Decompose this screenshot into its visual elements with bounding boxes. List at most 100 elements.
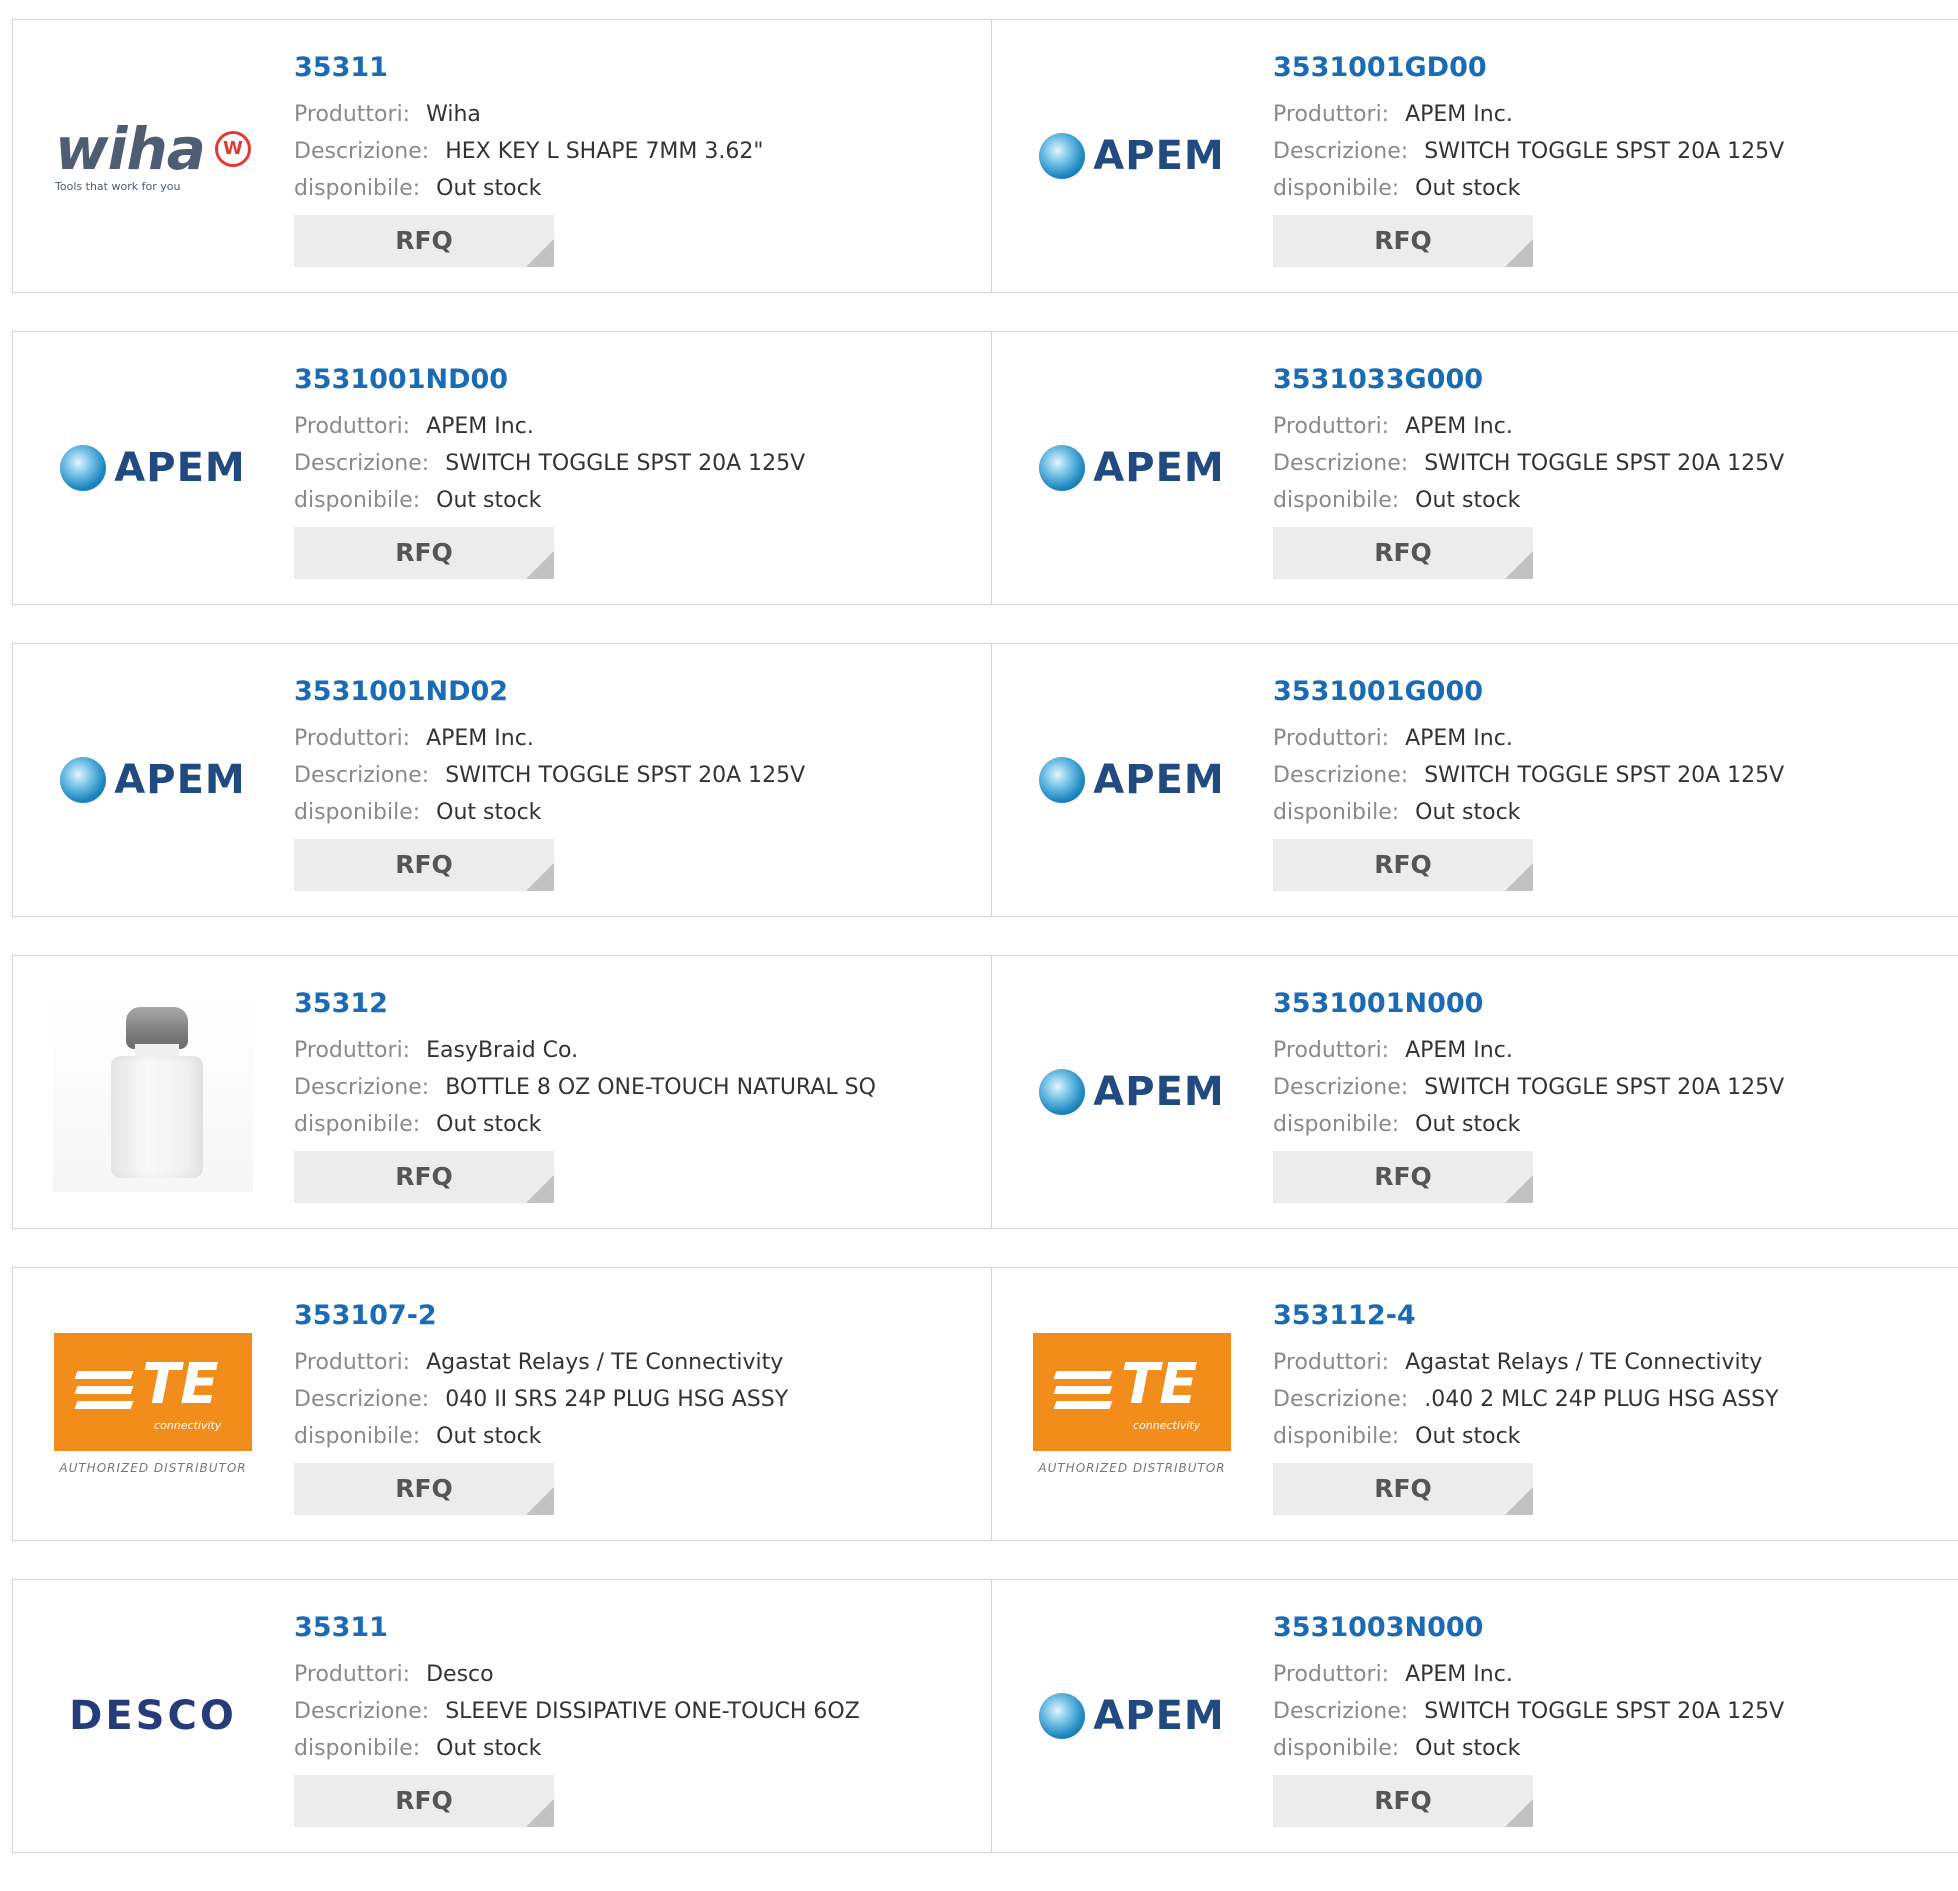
- part-number-link[interactable]: 35312: [294, 986, 876, 1022]
- corner-triangle-icon: [526, 1175, 554, 1203]
- te-lines-icon: [1053, 1371, 1113, 1416]
- description-field: Descrizione: 040 II SRS 24P PLUG HSG ASSY: [294, 1381, 788, 1418]
- manufacturer-field: Produttori: APEM Inc.: [1273, 720, 1784, 757]
- manufacturer-logo: wiha W Tools that work for you: [53, 56, 253, 256]
- manufacturer-value: Agastat Relays / TE Connectivity: [426, 1350, 784, 1375]
- apem-logo-text: APEM: [1093, 1693, 1225, 1739]
- manufacturer-field: Produttori: Agastat Relays / TE Connectiv…: [1273, 1344, 1779, 1381]
- part-number-link[interactable]: 3531001N000: [1273, 986, 1784, 1022]
- description-field: Descrizione: SWITCH TOGGLE SPST 20A 125V: [1273, 445, 1784, 482]
- description-value: BOTTLE 8 OZ ONE-TOUCH NATURAL SQ: [445, 1075, 876, 1100]
- apem-globe-icon: [60, 757, 107, 803]
- apem-globe-icon: [1039, 1693, 1086, 1739]
- product-card: APEM 3531001N000 Produttori: APEM Inc. Descr…: [991, 956, 1958, 1228]
- apem-logo: APEM: [60, 445, 245, 491]
- availability-field: disponibile: Out stock: [1273, 1106, 1784, 1143]
- manufacturer-value: APEM Inc.: [1405, 726, 1513, 751]
- availability-field: disponibile: Out stock: [294, 794, 805, 831]
- rfq-button[interactable]: RFQ: [1273, 839, 1533, 891]
- product-row: DESCO 35311 Produttori: Desco Descrizione: SL…: [12, 1579, 1958, 1853]
- rfq-button[interactable]: RFQ: [294, 1775, 554, 1827]
- apem-logo: APEM: [1039, 1069, 1224, 1115]
- description-field: Descrizione: SWITCH TOGGLE SPST 20A 125V: [294, 445, 805, 482]
- corner-triangle-icon: [526, 863, 554, 891]
- corner-triangle-icon: [526, 1487, 554, 1515]
- rfq-button-label: RFQ: [1374, 1162, 1432, 1191]
- rfq-button[interactable]: RFQ: [1273, 1151, 1533, 1203]
- manufacturer-label: Produttori:: [1273, 102, 1390, 127]
- manufacturer-label: Produttori:: [294, 1662, 411, 1687]
- manufacturer-field: Produttori: Desco: [294, 1656, 860, 1693]
- manufacturer-label: Produttori:: [1273, 1662, 1390, 1687]
- apem-logo: APEM: [1039, 1693, 1224, 1739]
- part-number-link[interactable]: 3531001ND00: [294, 362, 805, 398]
- rfq-button[interactable]: RFQ: [1273, 1775, 1533, 1827]
- product-row: TE connectivity AUTHORIZED DISTRIBUTOR 3531…: [12, 1267, 1958, 1541]
- manufacturer-logo: TE connectivity AUTHORIZED DISTRIBUTOR: [1032, 1304, 1232, 1504]
- product-row: APEM 3531001ND00 Produttori: APEM Inc. Descr…: [12, 331, 1958, 605]
- wiha-tagline: Tools that work for you: [55, 179, 181, 193]
- rfq-button[interactable]: RFQ: [294, 1151, 554, 1203]
- manufacturer-value: APEM Inc.: [426, 726, 534, 751]
- apem-globe-icon: [1039, 757, 1086, 803]
- availability-field: disponibile: Out stock: [1273, 170, 1784, 207]
- part-number-link[interactable]: 3531001G000: [1273, 674, 1784, 710]
- corner-triangle-icon: [1505, 551, 1533, 579]
- rfq-button-label: RFQ: [1374, 1474, 1432, 1503]
- availability-value: Out stock: [436, 1112, 542, 1137]
- part-number-link[interactable]: 3531003N000: [1273, 1610, 1784, 1646]
- product-row: 35312 Produttori: EasyBraid Co. Descrizione…: [12, 955, 1958, 1229]
- manufacturer-field: Produttori: APEM Inc.: [1273, 408, 1784, 445]
- corner-triangle-icon: [1505, 863, 1533, 891]
- wiha-logo-text: wiha: [55, 114, 206, 183]
- description-value: SWITCH TOGGLE SPST 20A 125V: [445, 763, 806, 788]
- product-card: wiha W Tools that work for you 35311 Produtt…: [13, 20, 991, 292]
- description-field: Descrizione: SWITCH TOGGLE SPST 20A 125V: [1273, 1693, 1784, 1730]
- availability-value: Out stock: [436, 488, 542, 513]
- description-field: Descrizione: .040 2 MLC 24P PLUG HSG ASSY: [1273, 1381, 1779, 1418]
- rfq-button[interactable]: RFQ: [1273, 527, 1533, 579]
- part-number-link[interactable]: 35311: [294, 1610, 860, 1646]
- availability-field: disponibile: Out stock: [294, 482, 805, 519]
- rfq-button[interactable]: RFQ: [294, 1463, 554, 1515]
- rfq-button-label: RFQ: [1374, 226, 1432, 255]
- manufacturer-label: Produttori:: [1273, 1350, 1390, 1375]
- manufacturer-field: Produttori: Agastat Relays / TE Connectiv…: [294, 1344, 788, 1381]
- te-line: [74, 1401, 134, 1409]
- availability-field: disponibile: Out stock: [1273, 794, 1784, 831]
- description-value: SWITCH TOGGLE SPST 20A 125V: [1424, 451, 1785, 476]
- availability-label: disponibile:: [1273, 488, 1400, 513]
- manufacturer-value: APEM Inc.: [1405, 1038, 1513, 1063]
- part-number-link[interactable]: 3531001GD00: [1273, 50, 1784, 86]
- corner-triangle-icon: [526, 551, 554, 579]
- availability-value: Out stock: [436, 1736, 542, 1761]
- part-number-link[interactable]: 35311: [294, 50, 764, 86]
- te-line: [74, 1371, 134, 1379]
- part-number-link[interactable]: 3531001ND02: [294, 674, 805, 710]
- product-row: APEM 3531001ND02 Produttori: APEM Inc. Descr…: [12, 643, 1958, 917]
- part-number-link[interactable]: 353107-2: [294, 1298, 788, 1334]
- description-label: Descrizione:: [294, 1699, 430, 1724]
- corner-triangle-icon: [1505, 1175, 1533, 1203]
- rfq-button-label: RFQ: [395, 538, 453, 567]
- description-value: SWITCH TOGGLE SPST 20A 125V: [1424, 1075, 1785, 1100]
- apem-logo: APEM: [1039, 445, 1224, 491]
- rfq-button[interactable]: RFQ: [294, 527, 554, 579]
- part-number-link[interactable]: 3531033G000: [1273, 362, 1784, 398]
- apem-logo-text: APEM: [1093, 1069, 1225, 1115]
- manufacturer-logo: APEM: [53, 368, 253, 568]
- authorized-distributor-text: AUTHORIZED DISTRIBUTOR: [59, 1461, 247, 1475]
- rfq-button[interactable]: RFQ: [1273, 215, 1533, 267]
- manufacturer-logo: APEM: [1032, 680, 1232, 880]
- rfq-button[interactable]: RFQ: [294, 839, 554, 891]
- part-number-link[interactable]: 353112-4: [1273, 1298, 1779, 1334]
- manufacturer-value: APEM Inc.: [1405, 414, 1513, 439]
- rfq-button[interactable]: RFQ: [1273, 1463, 1533, 1515]
- te-line: [1053, 1386, 1113, 1394]
- rfq-button[interactable]: RFQ: [294, 215, 554, 267]
- te-logo-sub: connectivity: [154, 1419, 222, 1432]
- manufacturer-field: Produttori: EasyBraid Co.: [294, 1032, 876, 1069]
- wiha-logo: wiha W Tools that work for you: [55, 120, 251, 193]
- te-logo-box: TE connectivity: [54, 1333, 252, 1451]
- product-info: 3531001G000 Produttori: APEM Inc. Descrizio…: [1273, 674, 1784, 891]
